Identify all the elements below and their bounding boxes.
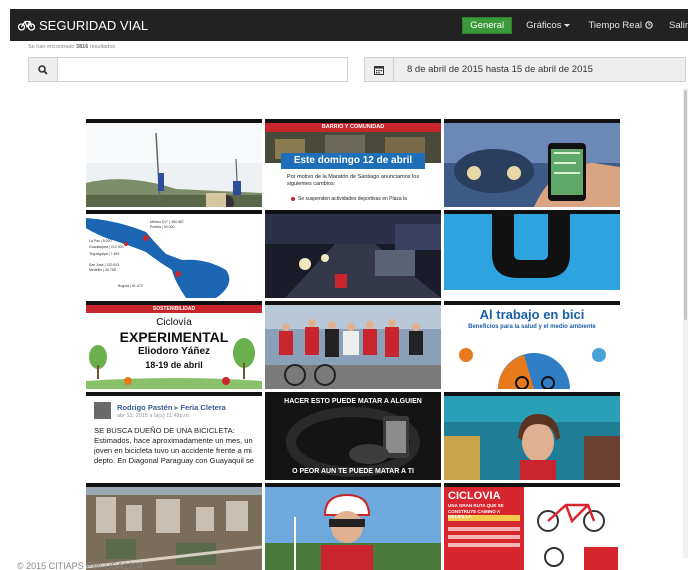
image-tile[interactable]: [265, 301, 441, 389]
tile-band: SOSTENIBILIDAD: [152, 306, 196, 312]
image-tile[interactable]: Al trabajo en bici Beneficios para la sa…: [444, 301, 620, 389]
map-label: Medellín | 26.758: [89, 268, 116, 272]
image-tile[interactable]: [265, 483, 441, 570]
arrow-icon: ▸: [174, 403, 179, 412]
avatar: [94, 402, 111, 419]
tile-caption-top: HACER ESTO PUEDE MATAR A ALGUIEN: [284, 398, 422, 405]
cyclists-group-image: [265, 305, 441, 389]
cyclist-helmet-image: [265, 487, 441, 570]
brand-title: SEGURIDAD VIAL: [39, 17, 149, 33]
tile-date: 18-19 de abril: [145, 360, 203, 370]
image-tile[interactable]: [444, 392, 620, 480]
phone-driving-image: [444, 123, 620, 207]
top-navbar: SEGURIDAD VIAL General Gráficos Tiempo R…: [10, 9, 688, 41]
tile-subtitle: Beneficios para la salud y el medio ambi…: [468, 324, 596, 330]
image-tile[interactable]: [265, 210, 441, 298]
street-photo-image: [86, 123, 262, 207]
image-tile[interactable]: BARRIO Y COMUNIDAD Este domingo 12 de ab…: [265, 119, 441, 207]
portrait-image: [444, 396, 620, 480]
tile-title: EXPERIMENTAL: [119, 329, 229, 345]
post-time: abr 13, 2015 a la(s) 11:48p.m.: [117, 413, 191, 419]
scrollbar-thumb[interactable]: [684, 90, 687, 320]
map-label: Puebla | 30.000: [150, 225, 175, 229]
map-label: Tegucigalpa | 7.469: [89, 252, 120, 256]
tile-subtitle: UNA GRAN RUTA QUE SE CONSTRUYE CAMINO A …: [448, 503, 504, 519]
bicycle-icon: [18, 20, 35, 31]
page-name: Feria Cletera: [180, 403, 226, 412]
clock-icon: [645, 21, 653, 29]
map-label: México D.F. | 450.987: [150, 220, 184, 224]
author-name: Rodrigo Pastén: [117, 403, 173, 412]
tile-band: BARRIO Y COMUNIDAD: [321, 124, 385, 130]
footer-copyright: © 2015 CITIAPS PMI USA1204: [17, 561, 144, 570]
image-tile[interactable]: SOSTENIBILIDAD Ciclovía EXPERIMENTAL Eli…: [86, 301, 262, 389]
map-label: La Paz | 5.000: [89, 239, 112, 243]
map-label: Guadalajara | 212.000: [89, 245, 124, 249]
tile-title: Al trabajo en bici: [479, 307, 585, 322]
tile-subtitle: Eliodoro Yáñez: [137, 346, 211, 357]
nav-salir[interactable]: Salir: [669, 20, 688, 31]
calendar-button[interactable]: [364, 57, 393, 82]
tile-headline: Este domingo 12 de abril: [293, 155, 413, 166]
nav-graficos-label: Gráficos: [526, 19, 562, 31]
map-label: San José | 120.043: [89, 263, 120, 267]
image-tile[interactable]: [86, 483, 262, 570]
page: SEGURIDAD VIAL General Gráficos Tiempo R…: [0, 0, 688, 570]
date-range-field[interactable]: 8 de abril de 2015 hasta 15 de abril de …: [393, 57, 686, 82]
nav-tiempo-real-label: Tiempo Real: [588, 19, 642, 31]
results-suffix: resultados: [89, 44, 116, 50]
image-tile[interactable]: CICLOVIA UNA GRAN RUTA QUE SE CONSTRUYE …: [444, 483, 620, 570]
image-tile[interactable]: [444, 119, 620, 207]
tile-caption-bottom: O PEOR AUN TE PUEDE MATAR A TI: [292, 468, 414, 475]
search-button[interactable]: [28, 57, 57, 82]
image-tile[interactable]: [86, 119, 262, 207]
night-street-image: [265, 214, 441, 298]
results-prefix: Se han encontrado: [28, 44, 75, 50]
image-grid: BARRIO Y COMUNIDAD Este domingo 12 de ab…: [86, 119, 620, 570]
map-label: Bogotá | 61.472: [118, 284, 143, 288]
image-tile[interactable]: México D.F. | 450.987 Puebla | 30.000 La…: [86, 210, 262, 298]
nav-graficos[interactable]: Gráficos: [526, 19, 571, 31]
image-tile[interactable]: [444, 210, 620, 298]
tile-title: CICLOVIA: [448, 490, 501, 502]
results-number: 3816: [76, 44, 89, 50]
caret-down-icon: [564, 23, 571, 27]
brand[interactable]: SEGURIDAD VIAL: [18, 18, 148, 33]
nav-tiempo-real[interactable]: Tiempo Real: [588, 20, 653, 31]
tile-body: Por motivo de la Maratón de Santiago anu…: [287, 174, 420, 187]
nav-menu: General Gráficos Tiempo Real Salir: [454, 9, 688, 41]
tile-bullet: Se suspenden actividades deportivas en P…: [298, 196, 407, 202]
nav-general[interactable]: General: [462, 16, 513, 34]
post-text: SE BUSCA DUEÑO DE UNA BICICLETA: Estimad…: [94, 426, 254, 465]
image-tile[interactable]: Rodrigo Pastén ▸ Feria Cletera abr 13, 2…: [86, 392, 262, 480]
results-count: Se han encontrado 3816 resultados: [28, 44, 115, 50]
search-icon: [38, 64, 48, 75]
tile-title: Ciclovía: [156, 317, 192, 328]
image-tile[interactable]: HACER ESTO PUEDE MATAR A ALGUIEN O PEOR …: [265, 392, 441, 480]
post-author: Rodrigo Pastén ▸ Feria Cletera: [117, 403, 226, 412]
aerial-city-image: [86, 487, 262, 570]
search-input[interactable]: [57, 57, 348, 82]
calendar-icon: [374, 65, 384, 75]
graphic-image: [444, 214, 620, 298]
